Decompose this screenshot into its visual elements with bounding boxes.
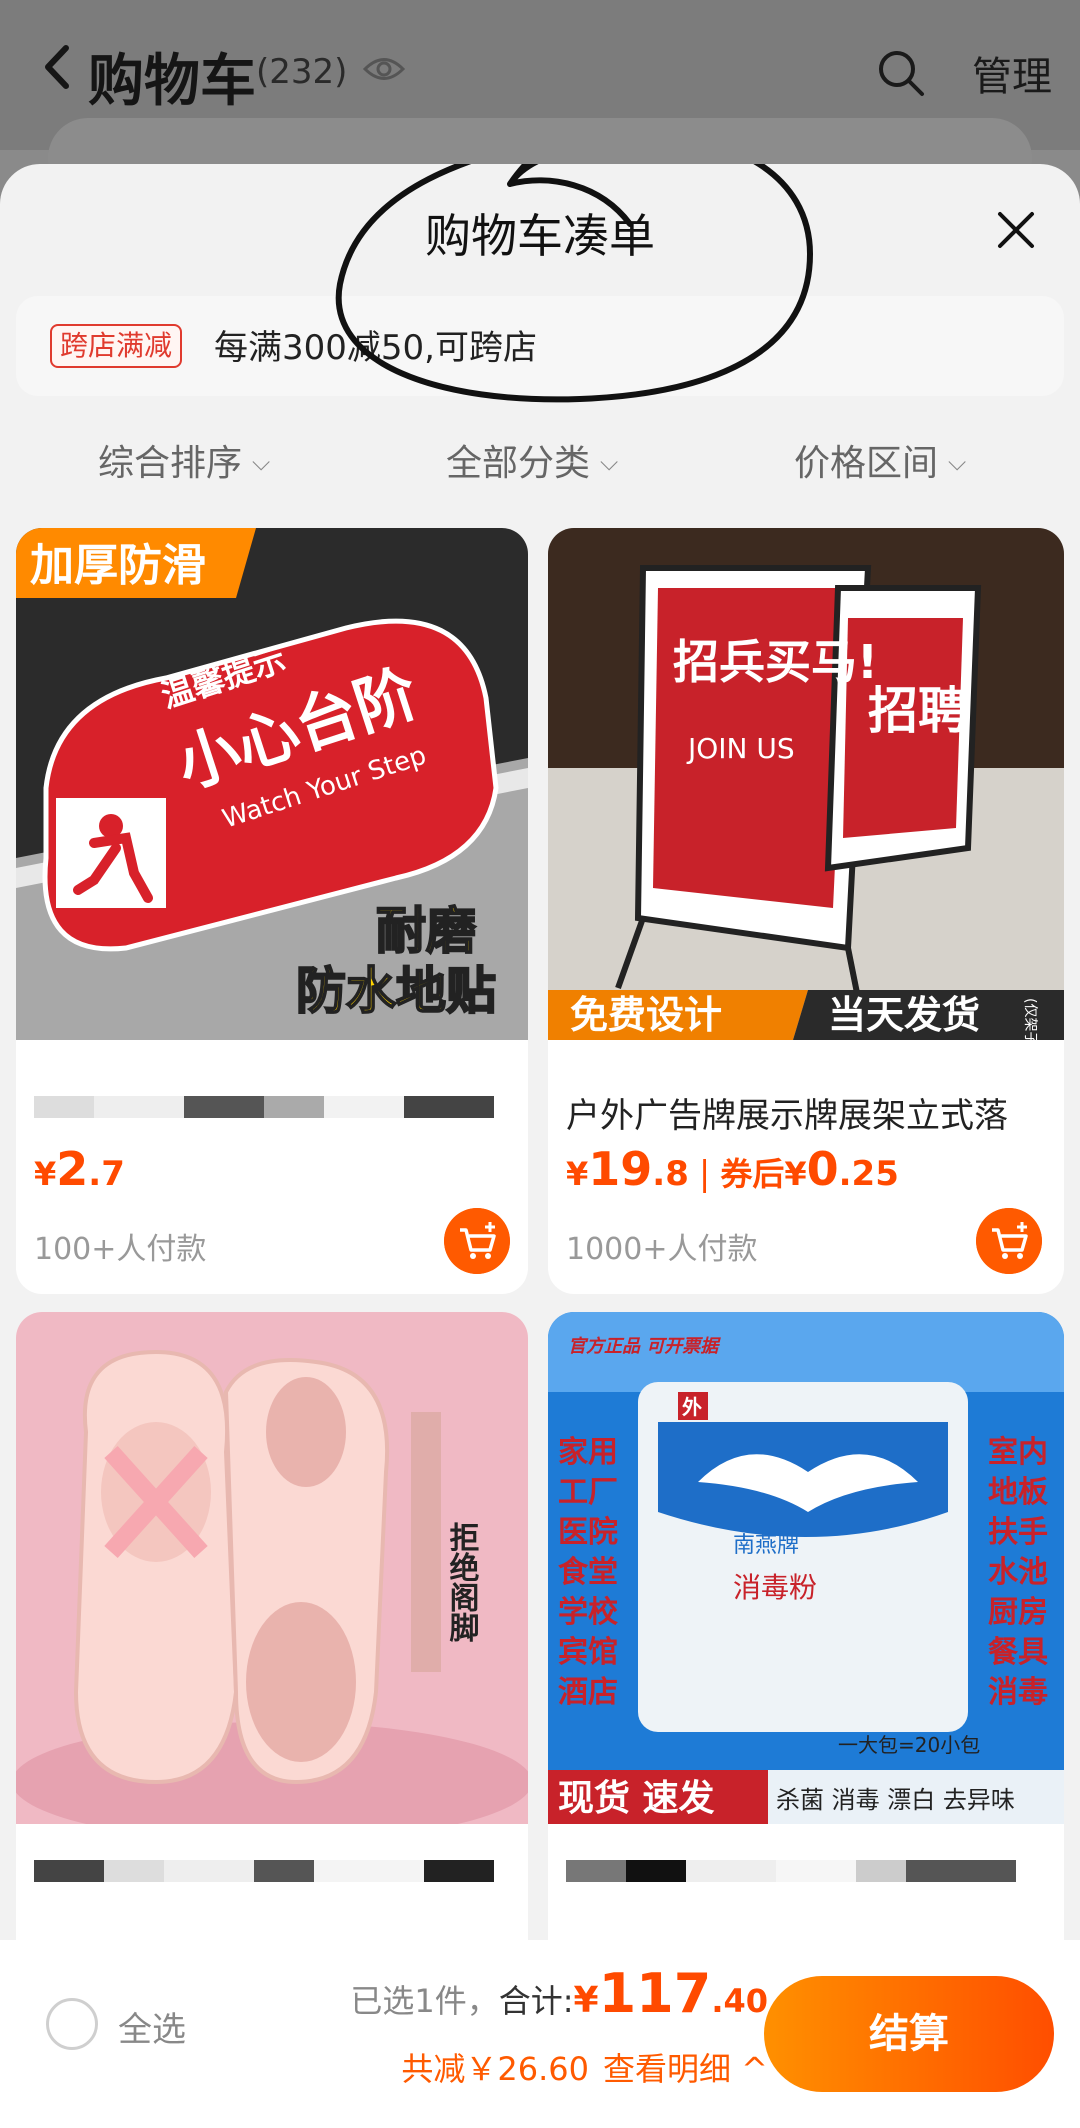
image-right-word: 餐具	[988, 1635, 1048, 1670]
select-all-label[interactable]: 全选	[118, 2002, 186, 2051]
promo-badge: 跨店满减	[50, 324, 183, 368]
image-left-word: 食堂	[558, 1555, 618, 1590]
discount-summary: 共减￥26.60 查看明细 ^	[401, 2044, 768, 2090]
image-right-word: 水池	[988, 1555, 1048, 1590]
image-poster-1-en: JOIN US	[686, 732, 795, 765]
image-right-word: 扶手	[988, 1515, 1048, 1550]
promo-text: 每满300减50,可跨店	[214, 328, 537, 368]
product-image: 外 南燕牌 消毒粉 官方正品 可开票据 家用 工厂 医院 食堂 学校 宾馆 酒店…	[548, 1312, 1064, 1824]
image-left-word: 家用	[558, 1435, 618, 1470]
filter-sort[interactable]: 综合排序 ⌵	[98, 434, 270, 486]
title-redacted	[566, 1860, 1026, 1882]
image-stamp: 官方正品 可开票据	[568, 1336, 721, 1357]
image-pack-note: 一大包=20小包	[838, 1733, 980, 1757]
cart-count: (232)	[256, 52, 348, 92]
image-right-word: 室内	[988, 1435, 1048, 1470]
product-image: 招兵买马! JOIN US 招聘 免费设计 当天发货 (仅架子)	[548, 528, 1064, 1040]
image-left-word: 医院	[558, 1515, 618, 1550]
image-poster-2: 招聘	[868, 682, 968, 740]
image-bag-brand: 南燕牌	[733, 1533, 799, 1558]
paid-count: 100+人付款	[34, 1232, 207, 1267]
image-left-word: 酒店	[558, 1675, 618, 1710]
filter-bar: 综合排序 ⌵ 全部分类 ⌵ 价格区间 ⌵	[0, 434, 1080, 494]
product-title: 户外广告牌展示牌展架立式落	[566, 1096, 1008, 1136]
sheet-title: 购物车凑单	[425, 209, 655, 263]
image-badge-1: 耐磨	[376, 902, 476, 960]
title-redacted	[34, 1096, 494, 1118]
checkout-bar: 全选 已选1件，合计:¥117.40 共减￥26.60 查看明细 ^ 结算	[0, 1940, 1080, 2128]
cart-bundle-sheet: 购物车凑单 跨店满减 每满300减50,可跨店 综合排序 ⌵ 全部分类 ⌵ 价格…	[0, 164, 1080, 2128]
image-right-word: 厨房	[988, 1595, 1048, 1630]
select-all-checkbox[interactable]	[46, 1998, 98, 2050]
view-detail-link[interactable]: 查看明细 ^	[603, 2050, 768, 2088]
image-band-note: (仅架子)	[1022, 998, 1038, 1040]
manage-button[interactable]: 管理	[972, 44, 1052, 102]
back-arrow-icon[interactable]	[40, 42, 76, 92]
image-bag-name: 消毒粉	[733, 1571, 817, 1604]
close-icon[interactable]	[996, 210, 1036, 250]
eye-icon[interactable]	[362, 52, 406, 86]
chevron-down-icon: ⌵	[948, 448, 967, 476]
chevron-down-icon: ⌵	[600, 448, 619, 476]
filter-sort-label: 综合排序	[98, 443, 243, 484]
add-to-cart-icon[interactable]	[444, 1208, 510, 1274]
search-icon[interactable]	[876, 48, 926, 98]
filter-price-label: 价格区间	[794, 443, 939, 484]
image-banner-text: 加厚防滑	[30, 540, 206, 591]
image-bag-tag: 外	[682, 1395, 702, 1419]
product-card[interactable]: 加厚防滑 温馨提示 小心台阶 Watch Your Step 耐磨 防水地贴 ¥…	[16, 528, 528, 1294]
promo-banner: 跨店满减 每满300减50,可跨店	[16, 296, 1064, 396]
image-badge-2: 防水地贴	[296, 962, 496, 1020]
product-image: 拒绝阁脚	[16, 1312, 528, 1824]
chevron-down-icon: ⌵	[252, 448, 271, 476]
image-band-left: 免费设计	[570, 993, 722, 1037]
checkout-button[interactable]: 结算	[764, 1976, 1054, 2092]
product-price: ¥2.7	[34, 1142, 125, 1196]
image-left-word: 宾馆	[558, 1635, 618, 1670]
image-band-left: 现货 速发	[558, 1778, 715, 1819]
filter-price[interactable]: 价格区间 ⌵	[794, 434, 966, 486]
order-summary: 已选1件，合计:¥117.40	[350, 1962, 768, 2025]
image-band-right: 当天发货	[828, 993, 980, 1037]
image-right-word: 消毒	[988, 1675, 1048, 1710]
filter-category[interactable]: 全部分类 ⌵	[446, 434, 618, 486]
discount-amount: 共减￥26.60	[401, 2050, 589, 2088]
image-poster-1: 招兵买马!	[673, 635, 878, 689]
product-image: 加厚防滑 温馨提示 小心台阶 Watch Your Step 耐磨 防水地贴	[16, 528, 528, 1040]
product-card[interactable]: 招兵买马! JOIN US 招聘 免费设计 当天发货 (仅架子) 户外广告牌展示…	[548, 528, 1064, 1294]
image-left-word: 学校	[558, 1595, 618, 1630]
paid-count: 1000+人付款	[566, 1232, 758, 1267]
image-right-word: 地板	[988, 1475, 1048, 1510]
page-title: 购物车	[88, 49, 256, 114]
title-redacted	[34, 1860, 494, 1882]
image-band-right: 杀菌 消毒 漂白 去异味	[776, 1786, 1015, 1814]
product-price: ¥19.8 | 券后¥0.25	[566, 1142, 899, 1196]
image-side-text: 拒绝阁脚	[444, 1522, 480, 1643]
image-left-word: 工厂	[558, 1475, 618, 1510]
add-to-cart-icon[interactable]	[976, 1208, 1042, 1274]
filter-category-label: 全部分类	[446, 443, 591, 484]
